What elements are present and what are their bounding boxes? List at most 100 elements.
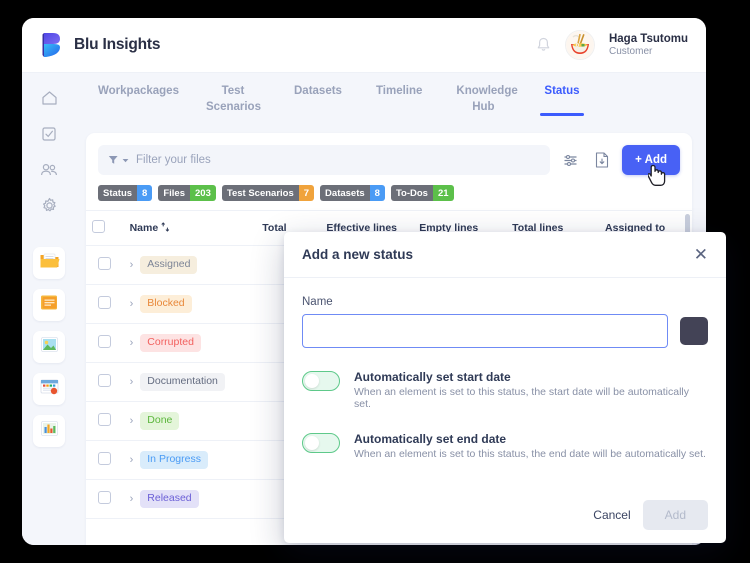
checkbox-task-icon [41, 126, 57, 147]
home-icon [41, 90, 58, 111]
notes-document-icon [39, 293, 60, 317]
badge-value: 8 [369, 185, 385, 201]
row-name-cell: › Blocked [123, 284, 257, 324]
row-checkbox[interactable] [98, 374, 112, 387]
brand-logo-area[interactable]: Blu Insights [22, 32, 160, 58]
status-pill: Done [140, 411, 180, 431]
sidebar-item-calendar[interactable] [33, 373, 65, 405]
tab-knowledge-hub[interactable]: Knowledge Hub [456, 73, 517, 115]
add-status-button[interactable]: + Add [622, 145, 680, 175]
row-select-cell [86, 323, 124, 363]
document-download-icon[interactable] [590, 148, 614, 172]
badge-files[interactable]: Files 203 [158, 185, 216, 201]
sidebar-item-charts[interactable] [33, 415, 65, 447]
sidebar-item-notes[interactable] [33, 289, 65, 321]
tab-label: Test Scenarios [206, 85, 261, 113]
row-select-cell [86, 440, 124, 480]
brand-name: Blu Insights [74, 36, 161, 53]
auto-end-date-row: Automatically set end date When an eleme… [302, 432, 708, 460]
row-select-cell [86, 362, 124, 402]
user-info[interactable]: Haga Tsutomu Customer [609, 32, 688, 59]
badge-datasets[interactable]: Datasets 8 [320, 185, 385, 201]
sidebar-item-images[interactable] [33, 331, 65, 363]
row-name-cell: › In Progress [123, 440, 257, 480]
folder-open-icon [39, 251, 60, 275]
status-pill: Blocked [140, 294, 192, 314]
bell-icon[interactable] [536, 37, 551, 53]
auto-start-date-toggle[interactable] [302, 371, 340, 391]
badge-value: 203 [190, 185, 216, 201]
expand-chevron-icon[interactable]: › [130, 376, 134, 388]
name-field-row [302, 314, 708, 348]
row-checkbox[interactable] [98, 335, 112, 348]
add-status-modal: Add a new status ✕ Name Automatically se… [284, 232, 726, 543]
tab-label: Status [544, 85, 580, 97]
select-all-header [86, 210, 124, 246]
tab-label: Datasets [294, 85, 342, 97]
modal-footer: Cancel Add [284, 487, 726, 543]
row-name-cell: › Done [123, 401, 257, 441]
left-sidebar [22, 73, 76, 545]
close-icon[interactable]: ✕ [694, 246, 708, 263]
gear-icon [41, 197, 58, 219]
tab-timeline[interactable]: Timeline [376, 73, 422, 100]
sidebar-item-home[interactable] [36, 87, 62, 113]
status-name-input[interactable] [302, 314, 668, 348]
tab-status[interactable]: Status [540, 73, 584, 115]
row-select-cell [86, 479, 124, 519]
row-checkbox[interactable] [98, 257, 112, 270]
tab-datasets[interactable]: Datasets [294, 73, 342, 100]
tab-test-scenarios[interactable]: Test Scenarios [206, 73, 261, 115]
modal-title: Add a new status [302, 247, 414, 262]
modal-header: Add a new status ✕ [284, 232, 726, 278]
row-checkbox[interactable] [98, 491, 112, 504]
row-checkbox[interactable] [98, 296, 112, 309]
toggle-knob [305, 435, 319, 450]
row-select-cell [86, 401, 124, 441]
filter-funnel-icon[interactable] [108, 155, 129, 165]
panel-toolbar: Filter your files + Add [86, 133, 692, 175]
select-all-checkbox[interactable] [92, 220, 105, 233]
chart-document-icon [39, 419, 60, 443]
sidebar-item-people[interactable] [36, 159, 62, 185]
color-swatch-button[interactable] [680, 317, 708, 345]
toggle-knob [305, 373, 319, 388]
calendar-document-icon [39, 377, 60, 401]
row-checkbox[interactable] [98, 452, 112, 465]
expand-chevron-icon[interactable]: › [130, 298, 134, 310]
expand-chevron-icon[interactable]: › [130, 337, 134, 349]
filter-search-box[interactable]: Filter your files [98, 145, 551, 175]
sidebar-item-folder[interactable] [33, 247, 65, 279]
header-right-cluster: Haga Tsutomu Customer [536, 30, 706, 60]
status-pill: Corrupted [140, 333, 201, 353]
row-name-cell: › Released [123, 479, 257, 519]
sort-arrows-icon[interactable] [161, 222, 170, 234]
sliders-settings-icon[interactable] [558, 148, 582, 172]
search-input[interactable]: Filter your files [136, 154, 211, 166]
submit-add-button[interactable]: Add [642, 500, 708, 530]
cancel-button[interactable]: Cancel [593, 508, 630, 522]
toggle-title: Automatically set start date [354, 370, 511, 384]
column-header-name[interactable]: Name [123, 210, 257, 246]
image-document-icon [39, 335, 60, 359]
badge-test-scenarios[interactable]: Test Scenarios 7 [221, 185, 315, 201]
nav-tabs: Workpackages Test Scenarios Datasets Tim… [86, 73, 692, 129]
badge-todos[interactable]: To-Dos 21 [390, 185, 454, 201]
badge-status[interactable]: Status 8 [98, 185, 153, 201]
badge-label: Datasets [320, 185, 370, 201]
ramen-bowl-avatar[interactable] [564, 30, 595, 60]
toggle-description: When an element is set to this status, t… [354, 386, 689, 410]
expand-chevron-icon[interactable]: › [130, 454, 134, 466]
tab-workpackages[interactable]: Workpackages [98, 73, 179, 100]
column-label: Name [129, 222, 159, 234]
sidebar-item-tasks[interactable] [36, 123, 62, 149]
row-checkbox[interactable] [98, 413, 112, 426]
sidebar-item-settings[interactable] [36, 195, 62, 221]
expand-chevron-icon[interactable]: › [130, 493, 134, 505]
status-pill: In Progress [140, 450, 208, 470]
row-name-cell: › Corrupted [123, 323, 257, 363]
expand-chevron-icon[interactable]: › [130, 259, 134, 271]
auto-end-date-toggle[interactable] [302, 433, 340, 453]
expand-chevron-icon[interactable]: › [130, 415, 134, 427]
people-icon [40, 163, 58, 182]
